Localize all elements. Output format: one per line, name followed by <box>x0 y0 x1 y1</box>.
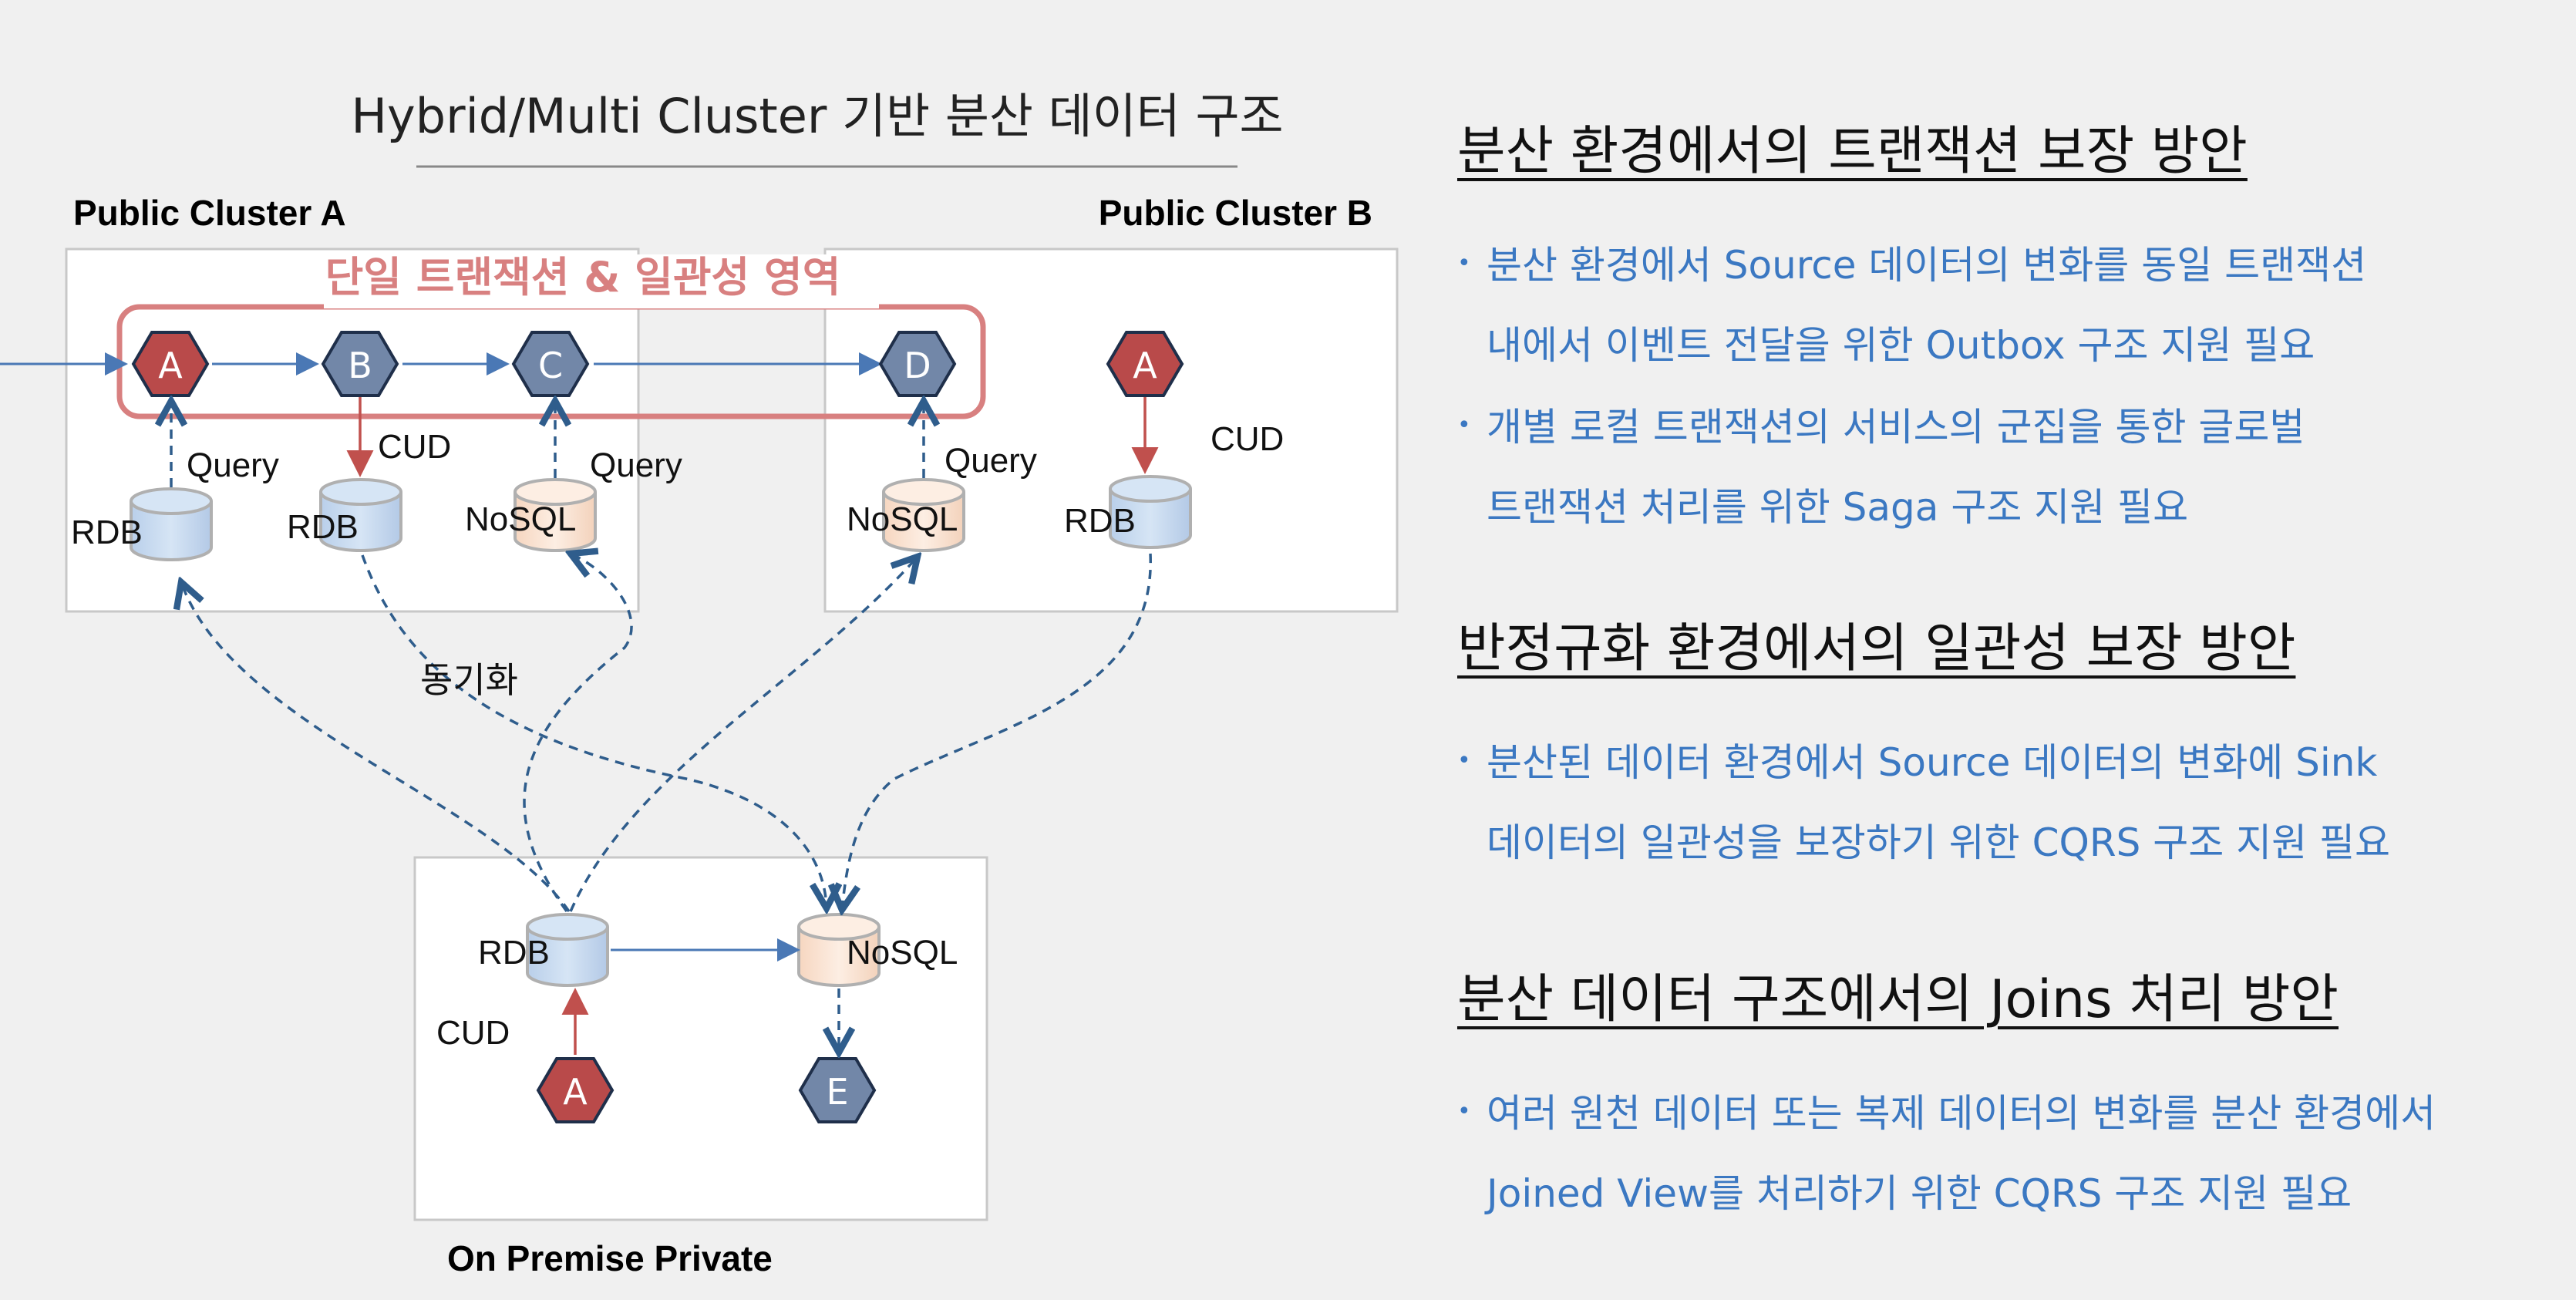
svg-text:A: A <box>563 1071 588 1113</box>
svg-text:RDB: RDB <box>1064 502 1136 540</box>
section-title-joins: 분산 데이터 구조에서의 Joins 처리 방안 <box>1457 969 2339 1030</box>
bullet-cqrs-joins: • 여러 원천 데이터 또는 복제 데이터의 변화를 분산 환경에서 Joined… <box>1457 1072 2568 1234</box>
slide: Hybrid/Multi Cluster 기반 분산 데이터 구조 Public… <box>0 0 2576 1300</box>
label-query-d: Query <box>945 442 1037 480</box>
svg-text:A: A <box>1133 345 1157 386</box>
label-sync: 동기화 <box>420 659 518 701</box>
svg-text:NoSQL: NoSQL <box>847 934 958 972</box>
svg-text:RDB: RDB <box>478 934 550 972</box>
bullet-dot: • <box>1457 1098 1471 1125</box>
label-query-c: Query <box>590 446 682 484</box>
cluster-box-public-b <box>823 248 1399 613</box>
svg-text:D: D <box>904 345 931 386</box>
bullet-dot: • <box>1457 747 1471 774</box>
bullet-dot: • <box>1457 250 1471 277</box>
cluster-label-public-a: Public Cluster A <box>73 193 346 233</box>
bullet-dot: • <box>1457 412 1471 439</box>
diagram-title: Hybrid/Multi Cluster 기반 분산 데이터 구조 <box>351 88 1283 144</box>
cluster-label-public-b: Public Cluster B <box>1099 193 1372 233</box>
svg-text:C: C <box>538 345 563 386</box>
bullet-saga: • 개별 로컬 트랜잭션의 서비스의 군집을 통한 글로벌 트랜잭션 처리를 위한… <box>1457 386 2568 547</box>
label-cud-a2: CUD <box>1211 420 1284 458</box>
section-title-consistency: 반정규화 환경에서의 일관성 보장 방안 <box>1457 618 2296 679</box>
bullet-outbox: • 분산 환경에서 Source 데이터의 변화를 동일 트랜잭션 내에서 이벤트… <box>1457 224 2568 386</box>
cluster-label-on-premise: On Premise Private <box>447 1238 773 1278</box>
label-query-a1: Query <box>187 446 279 484</box>
svg-text:NoSQL: NoSQL <box>465 500 576 538</box>
label-cud-b: CUD <box>378 428 451 466</box>
svg-text:NoSQL: NoSQL <box>847 500 958 538</box>
section-title-transaction: 분산 환경에서의 트랜잭션 보장 방안 <box>1457 121 2248 182</box>
svg-text:E: E <box>826 1071 848 1113</box>
bullet-cqrs-sink: • 분산된 데이터 환경에서 Source 데이터의 변화에 Sink 데이터의 … <box>1457 721 2568 883</box>
text-panel: 분산 환경에서의 트랜잭션 보장 방안 • 분산 환경에서 Source 데이터의… <box>1450 0 2576 1300</box>
label-cud-on-premise: CUD <box>436 1014 510 1052</box>
svg-text:A: A <box>158 345 183 386</box>
svg-text:RDB: RDB <box>71 514 143 551</box>
architecture-diagram: Hybrid/Multi Cluster 기반 분산 데이터 구조 Public… <box>0 88 1399 1278</box>
svg-text:RDB: RDB <box>287 508 359 546</box>
transaction-zone-label: 단일 트랜잭션 & 일관성 영역 <box>325 253 841 301</box>
svg-text:B: B <box>348 345 372 386</box>
